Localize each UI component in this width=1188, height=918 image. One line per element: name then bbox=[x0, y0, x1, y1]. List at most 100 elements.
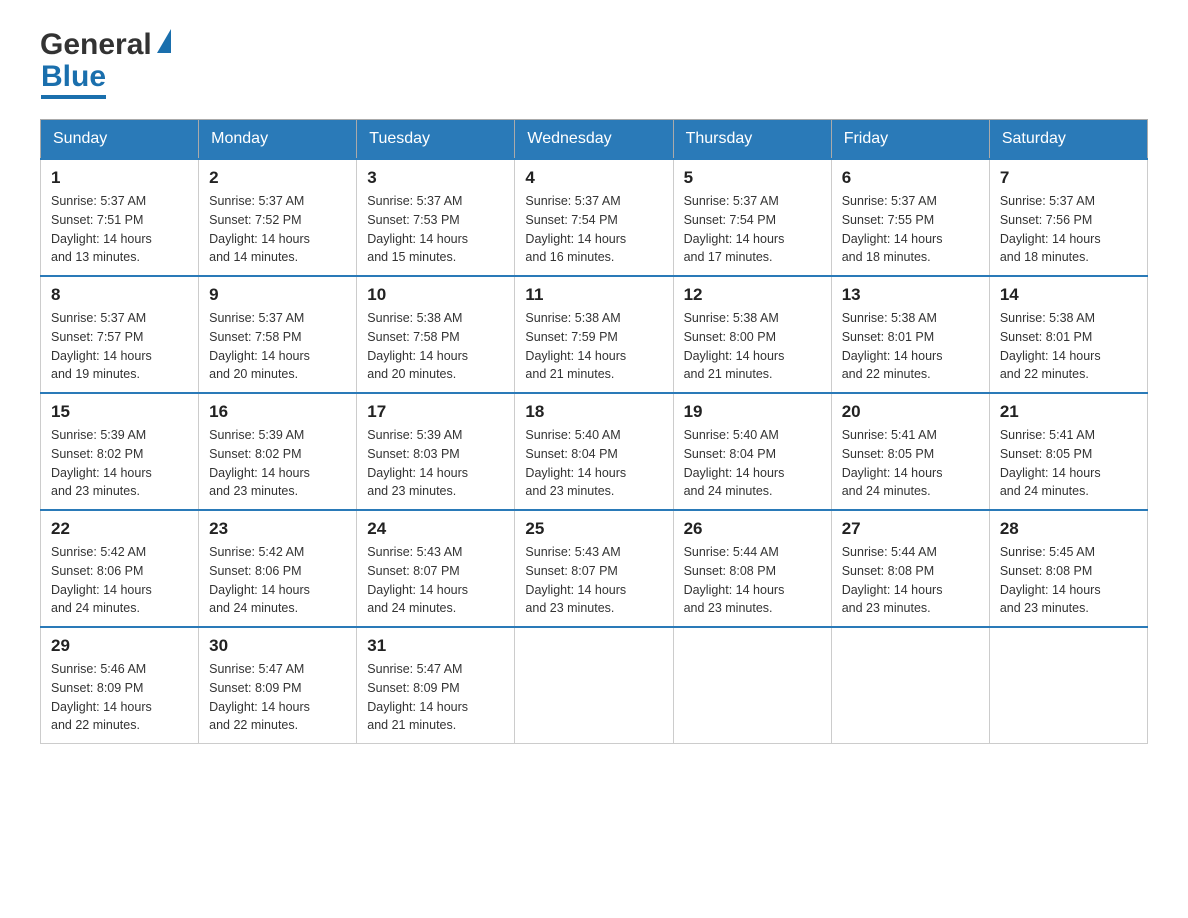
column-header-tuesday: Tuesday bbox=[357, 120, 515, 160]
calendar-week-row: 29 Sunrise: 5:46 AMSunset: 8:09 PMDaylig… bbox=[41, 627, 1148, 744]
day-info: Sunrise: 5:47 AMSunset: 8:09 PMDaylight:… bbox=[367, 662, 468, 732]
calendar-cell: 19 Sunrise: 5:40 AMSunset: 8:04 PMDaylig… bbox=[673, 393, 831, 510]
calendar-table: SundayMondayTuesdayWednesdayThursdayFrid… bbox=[40, 119, 1148, 744]
calendar-header-row: SundayMondayTuesdayWednesdayThursdayFrid… bbox=[41, 120, 1148, 160]
day-info: Sunrise: 5:37 AMSunset: 7:51 PMDaylight:… bbox=[51, 194, 152, 264]
day-info: Sunrise: 5:38 AMSunset: 8:01 PMDaylight:… bbox=[1000, 311, 1101, 381]
day-info: Sunrise: 5:37 AMSunset: 7:54 PMDaylight:… bbox=[684, 194, 785, 264]
day-number: 4 bbox=[525, 168, 662, 188]
day-number: 12 bbox=[684, 285, 821, 305]
day-number: 2 bbox=[209, 168, 346, 188]
calendar-cell: 13 Sunrise: 5:38 AMSunset: 8:01 PMDaylig… bbox=[831, 276, 989, 393]
day-info: Sunrise: 5:38 AMSunset: 8:00 PMDaylight:… bbox=[684, 311, 785, 381]
day-number: 1 bbox=[51, 168, 188, 188]
calendar-cell: 1 Sunrise: 5:37 AMSunset: 7:51 PMDayligh… bbox=[41, 159, 199, 276]
day-info: Sunrise: 5:44 AMSunset: 8:08 PMDaylight:… bbox=[684, 545, 785, 615]
calendar-cell: 31 Sunrise: 5:47 AMSunset: 8:09 PMDaylig… bbox=[357, 627, 515, 744]
day-number: 27 bbox=[842, 519, 979, 539]
calendar-cell bbox=[515, 627, 673, 744]
day-info: Sunrise: 5:46 AMSunset: 8:09 PMDaylight:… bbox=[51, 662, 152, 732]
day-number: 31 bbox=[367, 636, 504, 656]
calendar-week-row: 15 Sunrise: 5:39 AMSunset: 8:02 PMDaylig… bbox=[41, 393, 1148, 510]
calendar-cell: 23 Sunrise: 5:42 AMSunset: 8:06 PMDaylig… bbox=[199, 510, 357, 627]
day-number: 8 bbox=[51, 285, 188, 305]
day-info: Sunrise: 5:37 AMSunset: 7:58 PMDaylight:… bbox=[209, 311, 310, 381]
day-info: Sunrise: 5:47 AMSunset: 8:09 PMDaylight:… bbox=[209, 662, 310, 732]
calendar-cell: 18 Sunrise: 5:40 AMSunset: 8:04 PMDaylig… bbox=[515, 393, 673, 510]
calendar-cell bbox=[673, 627, 831, 744]
day-number: 14 bbox=[1000, 285, 1137, 305]
calendar-cell: 15 Sunrise: 5:39 AMSunset: 8:02 PMDaylig… bbox=[41, 393, 199, 510]
day-number: 10 bbox=[367, 285, 504, 305]
logo-blue: Blue bbox=[41, 60, 106, 99]
page-header: General Blue bbox=[40, 30, 1148, 99]
logo: General Blue bbox=[40, 30, 171, 99]
day-number: 15 bbox=[51, 402, 188, 422]
logo-triangle-icon bbox=[157, 29, 171, 53]
day-info: Sunrise: 5:43 AMSunset: 8:07 PMDaylight:… bbox=[525, 545, 626, 615]
day-info: Sunrise: 5:37 AMSunset: 7:57 PMDaylight:… bbox=[51, 311, 152, 381]
calendar-cell: 14 Sunrise: 5:38 AMSunset: 8:01 PMDaylig… bbox=[989, 276, 1147, 393]
calendar-cell: 10 Sunrise: 5:38 AMSunset: 7:58 PMDaylig… bbox=[357, 276, 515, 393]
day-info: Sunrise: 5:38 AMSunset: 8:01 PMDaylight:… bbox=[842, 311, 943, 381]
calendar-week-row: 8 Sunrise: 5:37 AMSunset: 7:57 PMDayligh… bbox=[41, 276, 1148, 393]
day-number: 24 bbox=[367, 519, 504, 539]
day-info: Sunrise: 5:37 AMSunset: 7:54 PMDaylight:… bbox=[525, 194, 626, 264]
day-info: Sunrise: 5:41 AMSunset: 8:05 PMDaylight:… bbox=[1000, 428, 1101, 498]
day-number: 21 bbox=[1000, 402, 1137, 422]
calendar-cell: 3 Sunrise: 5:37 AMSunset: 7:53 PMDayligh… bbox=[357, 159, 515, 276]
day-number: 16 bbox=[209, 402, 346, 422]
calendar-cell: 29 Sunrise: 5:46 AMSunset: 8:09 PMDaylig… bbox=[41, 627, 199, 744]
day-number: 3 bbox=[367, 168, 504, 188]
day-info: Sunrise: 5:38 AMSunset: 7:58 PMDaylight:… bbox=[367, 311, 468, 381]
day-number: 26 bbox=[684, 519, 821, 539]
day-info: Sunrise: 5:42 AMSunset: 8:06 PMDaylight:… bbox=[209, 545, 310, 615]
day-info: Sunrise: 5:37 AMSunset: 7:55 PMDaylight:… bbox=[842, 194, 943, 264]
day-number: 23 bbox=[209, 519, 346, 539]
day-number: 22 bbox=[51, 519, 188, 539]
day-info: Sunrise: 5:37 AMSunset: 7:56 PMDaylight:… bbox=[1000, 194, 1101, 264]
calendar-cell: 30 Sunrise: 5:47 AMSunset: 8:09 PMDaylig… bbox=[199, 627, 357, 744]
day-info: Sunrise: 5:42 AMSunset: 8:06 PMDaylight:… bbox=[51, 545, 152, 615]
day-number: 20 bbox=[842, 402, 979, 422]
calendar-cell: 11 Sunrise: 5:38 AMSunset: 7:59 PMDaylig… bbox=[515, 276, 673, 393]
day-info: Sunrise: 5:39 AMSunset: 8:03 PMDaylight:… bbox=[367, 428, 468, 498]
column-header-thursday: Thursday bbox=[673, 120, 831, 160]
calendar-cell: 28 Sunrise: 5:45 AMSunset: 8:08 PMDaylig… bbox=[989, 510, 1147, 627]
calendar-cell: 24 Sunrise: 5:43 AMSunset: 8:07 PMDaylig… bbox=[357, 510, 515, 627]
day-number: 9 bbox=[209, 285, 346, 305]
day-info: Sunrise: 5:37 AMSunset: 7:53 PMDaylight:… bbox=[367, 194, 468, 264]
day-info: Sunrise: 5:37 AMSunset: 7:52 PMDaylight:… bbox=[209, 194, 310, 264]
calendar-cell: 7 Sunrise: 5:37 AMSunset: 7:56 PMDayligh… bbox=[989, 159, 1147, 276]
day-info: Sunrise: 5:39 AMSunset: 8:02 PMDaylight:… bbox=[209, 428, 310, 498]
day-number: 18 bbox=[525, 402, 662, 422]
column-header-saturday: Saturday bbox=[989, 120, 1147, 160]
day-number: 11 bbox=[525, 285, 662, 305]
day-number: 17 bbox=[367, 402, 504, 422]
day-info: Sunrise: 5:41 AMSunset: 8:05 PMDaylight:… bbox=[842, 428, 943, 498]
day-info: Sunrise: 5:43 AMSunset: 8:07 PMDaylight:… bbox=[367, 545, 468, 615]
calendar-week-row: 1 Sunrise: 5:37 AMSunset: 7:51 PMDayligh… bbox=[41, 159, 1148, 276]
day-info: Sunrise: 5:40 AMSunset: 8:04 PMDaylight:… bbox=[525, 428, 626, 498]
calendar-cell: 5 Sunrise: 5:37 AMSunset: 7:54 PMDayligh… bbox=[673, 159, 831, 276]
calendar-cell: 16 Sunrise: 5:39 AMSunset: 8:02 PMDaylig… bbox=[199, 393, 357, 510]
calendar-cell: 6 Sunrise: 5:37 AMSunset: 7:55 PMDayligh… bbox=[831, 159, 989, 276]
day-number: 30 bbox=[209, 636, 346, 656]
day-number: 6 bbox=[842, 168, 979, 188]
calendar-cell: 26 Sunrise: 5:44 AMSunset: 8:08 PMDaylig… bbox=[673, 510, 831, 627]
calendar-cell: 12 Sunrise: 5:38 AMSunset: 8:00 PMDaylig… bbox=[673, 276, 831, 393]
calendar-cell: 8 Sunrise: 5:37 AMSunset: 7:57 PMDayligh… bbox=[41, 276, 199, 393]
day-number: 13 bbox=[842, 285, 979, 305]
column-header-monday: Monday bbox=[199, 120, 357, 160]
calendar-cell bbox=[989, 627, 1147, 744]
day-number: 29 bbox=[51, 636, 188, 656]
calendar-cell: 27 Sunrise: 5:44 AMSunset: 8:08 PMDaylig… bbox=[831, 510, 989, 627]
day-number: 25 bbox=[525, 519, 662, 539]
calendar-cell: 22 Sunrise: 5:42 AMSunset: 8:06 PMDaylig… bbox=[41, 510, 199, 627]
calendar-cell: 2 Sunrise: 5:37 AMSunset: 7:52 PMDayligh… bbox=[199, 159, 357, 276]
day-info: Sunrise: 5:38 AMSunset: 7:59 PMDaylight:… bbox=[525, 311, 626, 381]
day-info: Sunrise: 5:39 AMSunset: 8:02 PMDaylight:… bbox=[51, 428, 152, 498]
logo-general: General bbox=[40, 30, 152, 60]
day-number: 7 bbox=[1000, 168, 1137, 188]
column-header-friday: Friday bbox=[831, 120, 989, 160]
